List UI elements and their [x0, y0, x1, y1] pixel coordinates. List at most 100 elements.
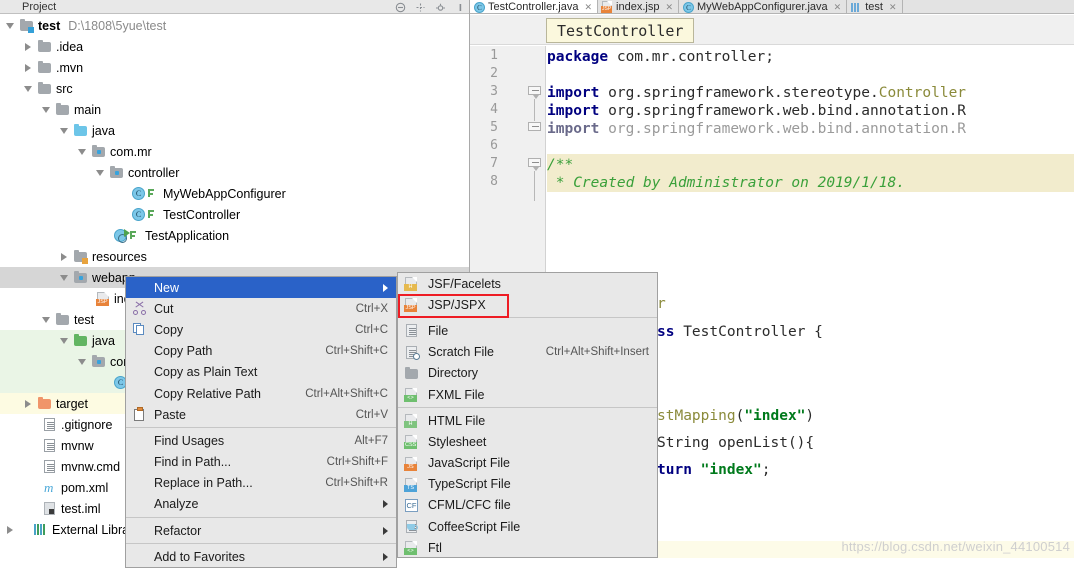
editor-tab-bar[interactable]: C TestController.java ✕ JSP index.jsp ✕ … [470, 0, 1074, 14]
collapse-all-icon[interactable] [395, 2, 406, 13]
chevron-right-icon[interactable] [24, 62, 35, 73]
chevron-right-icon[interactable] [60, 251, 71, 262]
expand-icon[interactable] [415, 2, 426, 13]
menu-item-copy-as-plain-text[interactable]: Copy as Plain Text [126, 362, 396, 383]
menu-item-copy[interactable]: Copy Ctrl+C [126, 319, 396, 340]
submenu-item-jsf-facelets[interactable]: H JSF/Facelets [398, 273, 657, 294]
tree-row-mywebappconfigurer[interactable]: C MyWebAppConfigurer [0, 183, 469, 204]
submenu-separator [398, 407, 657, 409]
menu-item-refactor[interactable]: Refactor [126, 520, 396, 541]
chevron-down-icon[interactable] [60, 272, 71, 283]
tree-row-java-source[interactable]: java [0, 120, 469, 141]
tree-row-main[interactable]: main [0, 99, 469, 120]
chevron-down-icon[interactable] [42, 314, 53, 325]
menu-item-label: Cut [154, 301, 174, 316]
menu-item-find-in-path[interactable]: Find in Path... Ctrl+Shift+F [126, 452, 396, 473]
tree-label: com.mr [110, 144, 152, 159]
menu-item-label: Paste [154, 407, 186, 422]
folder-icon [37, 81, 52, 96]
tree-row-controller[interactable]: controller [0, 162, 469, 183]
package-icon [91, 354, 106, 369]
iml-file-icon [42, 501, 57, 516]
project-panel-title: Project [22, 1, 57, 13]
submenu-item-ftl[interactable]: <> Ftl [398, 537, 657, 557]
submenu-item-html-file[interactable]: H HTML File [398, 410, 657, 431]
submenu-item-directory[interactable]: Directory [398, 363, 657, 384]
tab-testcontroller-java[interactable]: C TestController.java ✕ [470, 0, 599, 13]
close-icon[interactable]: ✕ [834, 2, 842, 13]
menu-item-new[interactable]: New [126, 277, 396, 299]
external-libraries-icon [33, 522, 48, 537]
menu-item-cut[interactable]: Cut Ctrl+X [126, 298, 396, 319]
submenu-item-jsp-jspx[interactable]: JSP JSP/JSPX [398, 294, 657, 315]
submenu-item-coffeescript-file[interactable]: CoffeeScript File [398, 516, 657, 537]
submenu-item-javascript-file[interactable]: JS JavaScript File [398, 453, 657, 474]
jsp-file-icon: JSP [404, 297, 420, 313]
tree-row-src[interactable]: src [0, 78, 469, 99]
chevron-down-icon[interactable] [78, 146, 89, 157]
tree-row-test-module[interactable]: test D:\1808\5yue\test [0, 15, 469, 36]
tree-label: TestApplication [145, 228, 230, 243]
tab-mywebappconfigurer-java[interactable]: C MyWebAppConfigurer.java ✕ [679, 0, 848, 13]
breadcrumb[interactable]: TestController [546, 18, 695, 43]
menu-item-add-to-favorites[interactable]: Add to Favorites [126, 546, 396, 567]
close-icon[interactable]: ✕ [889, 2, 897, 13]
chevron-down-icon[interactable] [24, 83, 35, 94]
folder-icon [55, 312, 70, 327]
submenu-item-file[interactable]: File [398, 320, 657, 341]
menu-item-paste[interactable]: Paste Ctrl+V [126, 404, 396, 425]
chevron-right-icon[interactable] [24, 398, 35, 409]
tab-index-jsp[interactable]: JSP index.jsp ✕ [598, 0, 680, 13]
context-menu[interactable]: New Cut Ctrl+X Copy Ctrl+C Copy Path Ctr… [125, 276, 397, 568]
tree-label: java [92, 123, 115, 138]
close-icon[interactable]: ✕ [665, 2, 673, 13]
tree-row-testcontroller[interactable]: C TestController [0, 204, 469, 225]
chevron-down-icon[interactable] [96, 167, 107, 178]
tab-label: index.jsp [616, 1, 660, 13]
cut-icon [132, 301, 147, 316]
tree-row-resources[interactable]: resources [0, 246, 469, 267]
new-submenu[interactable]: H JSF/Facelets JSP JSP/JSPX File Scratch… [397, 272, 658, 558]
resources-folder-icon [73, 249, 88, 264]
menu-separator [126, 543, 396, 545]
submenu-item-cfml-cfc-file[interactable]: CF CFML/CFC file [398, 495, 657, 516]
fold-marker-javadoc[interactable] [528, 158, 541, 171]
tab-test[interactable]: test ✕ [847, 0, 903, 13]
tree-row-mvn[interactable]: .mvn [0, 57, 469, 78]
tree-label: .gitignore [61, 417, 113, 432]
chevron-down-icon[interactable] [78, 356, 89, 367]
menu-item-shortcut: Ctrl+V [355, 408, 388, 421]
chevron-down-icon[interactable] [42, 104, 53, 115]
directory-icon [404, 366, 420, 381]
folder-icon [37, 39, 52, 54]
submenu-item-stylesheet[interactable]: CSS Stylesheet [398, 431, 657, 452]
chevron-down-icon[interactable] [60, 335, 71, 346]
submenu-item-label: Directory [428, 366, 479, 381]
menu-item-shortcut: Ctrl+Shift+C [325, 345, 388, 358]
ftl-file-icon: <> [404, 540, 420, 556]
settings-icon[interactable] [435, 2, 446, 13]
chevron-down-icon[interactable] [60, 125, 71, 136]
fold-marker-imports[interactable] [528, 86, 541, 99]
menu-item-find-usages[interactable]: Find Usages Alt+F7 [126, 430, 396, 451]
hide-icon[interactable] [455, 2, 466, 13]
tree-row-idea[interactable]: .idea [0, 36, 469, 57]
menu-item-copy-relative-path[interactable]: Copy Relative Path Ctrl+Alt+Shift+C [126, 383, 396, 404]
tree-row-com-mr[interactable]: com.mr [0, 141, 469, 162]
submenu-item-scratch-file[interactable]: Scratch File Ctrl+Alt+Shift+Insert [398, 342, 657, 363]
line-number: 5 [490, 120, 498, 135]
menu-item-analyze[interactable]: Analyze [126, 494, 396, 515]
menu-item-replace-in-path[interactable]: Replace in Path... Ctrl+Shift+R [126, 473, 396, 494]
java-class-icon: C [131, 207, 146, 222]
tree-label: test [38, 18, 61, 33]
chevron-right-icon[interactable] [24, 41, 35, 52]
fold-marker-imports-end[interactable] [528, 122, 541, 135]
tree-row-testapplication[interactable]: TestApplication [0, 225, 469, 246]
menu-item-copy-path[interactable]: Copy Path Ctrl+Shift+C [126, 341, 396, 362]
submenu-item-typescript-file[interactable]: TS TypeScript File [398, 474, 657, 495]
submenu-item-fxml-file[interactable]: <> FXML File [398, 384, 657, 405]
submenu-item-shortcut: Ctrl+Alt+Shift+Insert [545, 346, 649, 359]
chevron-right-icon[interactable] [6, 524, 17, 535]
chevron-down-icon[interactable] [6, 20, 17, 31]
close-icon[interactable]: ✕ [585, 2, 593, 13]
